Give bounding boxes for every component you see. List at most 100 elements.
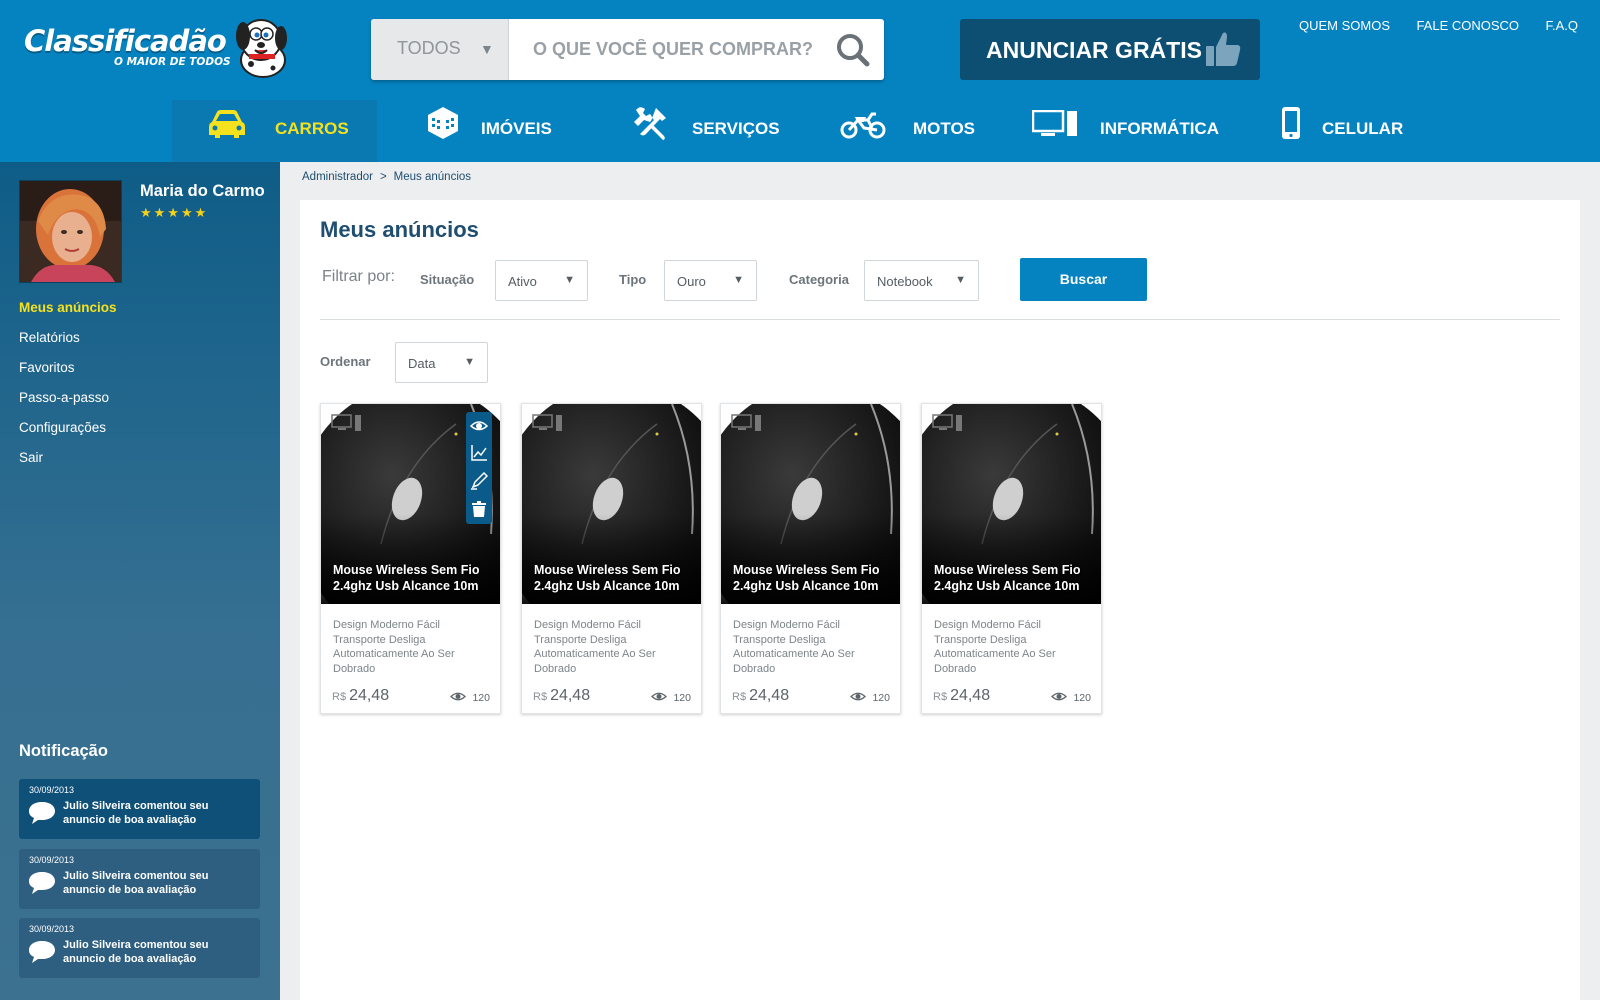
sidebar-item-passo-a-passo[interactable]: Passo-a-passo bbox=[19, 390, 117, 420]
listing-views: 120 bbox=[1051, 691, 1091, 704]
sidebar-item-sair[interactable]: Sair bbox=[19, 450, 117, 480]
situacao-label: Situação bbox=[420, 272, 475, 287]
announce-free-label: ANUNCIAR GRÁTIS bbox=[986, 37, 1202, 63]
category-carros-label: CARROS bbox=[275, 119, 349, 138]
search-bar: TODOS ▼ bbox=[371, 19, 884, 80]
computer-icon bbox=[932, 414, 962, 431]
eye-icon bbox=[850, 692, 867, 701]
search-filter-button[interactable]: Buscar bbox=[1020, 258, 1147, 301]
search-category-select[interactable]: TODOS ▼ bbox=[371, 19, 509, 80]
situacao-select[interactable]: Ativo ▼ bbox=[495, 260, 588, 301]
listing-card[interactable]: Mouse Wireless Sem Fio 2.4ghz Usb Alcanc… bbox=[921, 403, 1102, 714]
site-logo[interactable]: Classificadão O MAIOR DE TODOS bbox=[24, 14, 294, 82]
speech-bubble-icon bbox=[29, 872, 55, 894]
view-icon[interactable] bbox=[469, 416, 489, 434]
category-imoveis-label: IMÓVEIS bbox=[481, 119, 552, 138]
listing-price-value: 24,48 bbox=[749, 687, 790, 704]
notification-date: 30/09/2013 bbox=[29, 785, 75, 795]
category-nav: CARROS IMÓVEIS SERVIÇOS MOTOS INFORMÁTIC… bbox=[0, 100, 1600, 162]
category-motos-label: MOTOS bbox=[913, 119, 976, 138]
tipo-label: Tipo bbox=[619, 272, 647, 287]
listing-description: Design Moderno Fácil Transporte Desliga … bbox=[333, 619, 455, 675]
categoria-select[interactable]: Notebook ▼ bbox=[864, 260, 979, 301]
listing-currency: R$ bbox=[933, 691, 948, 703]
listing-currency: R$ bbox=[533, 691, 548, 703]
listing-card[interactable]: Mouse Wireless Sem Fio 2.4ghz Usb Alcanc… bbox=[521, 403, 702, 714]
page-title: Meus anúncios bbox=[320, 217, 479, 242]
listing-currency: R$ bbox=[732, 691, 747, 703]
notification-item[interactable]: 30/09/2013 Julio Silveira comentou seu a… bbox=[19, 918, 260, 978]
building-icon bbox=[428, 107, 458, 139]
edit-icon[interactable] bbox=[470, 471, 489, 490]
user-name: Maria do Carmo bbox=[140, 182, 265, 200]
listing-price: R$ 24,48 bbox=[533, 687, 590, 705]
car-icon bbox=[209, 110, 245, 138]
computer-icon bbox=[331, 414, 361, 431]
listing-actions bbox=[466, 412, 492, 524]
sidebar-item-favoritos[interactable]: Favoritos bbox=[19, 360, 117, 390]
listing-card[interactable]: Mouse Wireless Sem Fio 2.4ghz Usb Alcanc… bbox=[320, 403, 501, 714]
category-carros[interactable]: CARROS bbox=[172, 100, 377, 162]
search-category-value: TODOS bbox=[397, 38, 461, 58]
listing-views-count: 120 bbox=[673, 692, 691, 704]
listing-card[interactable]: Mouse Wireless Sem Fio 2.4ghz Usb Alcanc… bbox=[720, 403, 901, 714]
sidebar-item-configuracoes[interactable]: Configurações bbox=[19, 420, 117, 450]
announce-free-button[interactable]: ANUNCIAR GRÁTIS bbox=[960, 19, 1260, 80]
user-rating-stars: ★★★★★ bbox=[140, 205, 209, 220]
listing-price-value: 24,48 bbox=[349, 687, 390, 704]
link-quem-somos[interactable]: QUEM SOMOS bbox=[1299, 18, 1390, 33]
category-servicos-label: SERVIÇOS bbox=[692, 119, 780, 138]
notification-text: Julio Silveira comentou seu anuncio de b… bbox=[63, 939, 209, 965]
breadcrumb-item-administrador[interactable]: Administrador bbox=[302, 171, 373, 183]
categoria-value: Notebook bbox=[877, 274, 933, 289]
order-value: Data bbox=[408, 356, 436, 371]
listing-views-count: 120 bbox=[872, 692, 890, 704]
eye-icon bbox=[1051, 692, 1068, 701]
breadcrumb-item-meus-anuncios[interactable]: Meus anúncios bbox=[394, 171, 471, 183]
listing-views-count: 120 bbox=[1073, 692, 1091, 704]
speech-bubble-icon bbox=[29, 802, 55, 824]
sidebar-item-meus-anuncios[interactable]: Meus anúncios bbox=[19, 300, 117, 330]
search-input[interactable] bbox=[509, 19, 829, 80]
category-motos[interactable]: MOTOS bbox=[838, 100, 978, 162]
tipo-value: Ouro bbox=[677, 274, 706, 289]
search-icon[interactable] bbox=[828, 27, 878, 73]
avatar[interactable] bbox=[19, 180, 122, 283]
listing-title[interactable]: Mouse Wireless Sem Fio 2.4ghz Usb Alcanc… bbox=[534, 562, 699, 594]
listing-price: R$ 24,48 bbox=[332, 687, 389, 705]
eye-icon bbox=[651, 692, 668, 701]
chart-icon[interactable] bbox=[470, 444, 488, 462]
sidebar-menu: Meus anúncios Relatórios Favoritos Passo… bbox=[19, 300, 117, 480]
category-informatica[interactable]: INFORMÁTICA bbox=[1030, 100, 1220, 162]
notification-item[interactable]: 30/09/2013 Julio Silveira comentou seu a… bbox=[19, 779, 260, 839]
motorcycle-icon bbox=[840, 112, 886, 139]
tools-icon bbox=[634, 107, 666, 140]
tipo-select[interactable]: Ouro ▼ bbox=[664, 260, 757, 301]
listing-title[interactable]: Mouse Wireless Sem Fio 2.4ghz Usb Alcanc… bbox=[733, 562, 898, 594]
trash-icon[interactable] bbox=[470, 500, 488, 518]
notification-text: Julio Silveira comentou seu anuncio de b… bbox=[63, 800, 209, 826]
user-sidebar: Maria do Carmo ★★★★★ Meus anúncios Relat… bbox=[0, 162, 280, 1000]
chevron-down-icon: ▼ bbox=[464, 356, 475, 368]
link-fale-conosco[interactable]: FALE CONOSCO bbox=[1416, 18, 1519, 33]
category-servicos[interactable]: SERVIÇOS bbox=[628, 100, 788, 162]
notification-item[interactable]: 30/09/2013 Julio Silveira comentou seu a… bbox=[19, 849, 260, 909]
chevron-down-icon: ▼ bbox=[955, 274, 966, 286]
order-select[interactable]: Data ▼ bbox=[395, 342, 488, 383]
top-links: QUEM SOMOS FALE CONOSCO F.A.Q bbox=[1277, 17, 1578, 35]
notifications-title: Notificação bbox=[19, 742, 108, 760]
speech-bubble-icon bbox=[29, 941, 55, 963]
link-faq[interactable]: F.A.Q bbox=[1545, 18, 1578, 33]
site-header: Classificadão O MAIOR DE TODOS TODOS ▼ O… bbox=[0, 0, 1600, 162]
computer-icon bbox=[1032, 110, 1077, 136]
listing-price: R$ 24,48 bbox=[933, 687, 990, 705]
category-celular[interactable]: CELULAR bbox=[1275, 100, 1425, 162]
notification-date: 30/09/2013 bbox=[29, 924, 75, 934]
category-imoveis[interactable]: IMÓVEIS bbox=[415, 100, 585, 162]
sidebar-item-relatorios[interactable]: Relatórios bbox=[19, 330, 117, 360]
listing-price-value: 24,48 bbox=[950, 687, 991, 704]
listing-title[interactable]: Mouse Wireless Sem Fio 2.4ghz Usb Alcanc… bbox=[333, 562, 498, 594]
listing-price: R$ 24,48 bbox=[732, 687, 789, 705]
listing-title[interactable]: Mouse Wireless Sem Fio 2.4ghz Usb Alcanc… bbox=[934, 562, 1099, 594]
category-celular-label: CELULAR bbox=[1322, 119, 1404, 138]
